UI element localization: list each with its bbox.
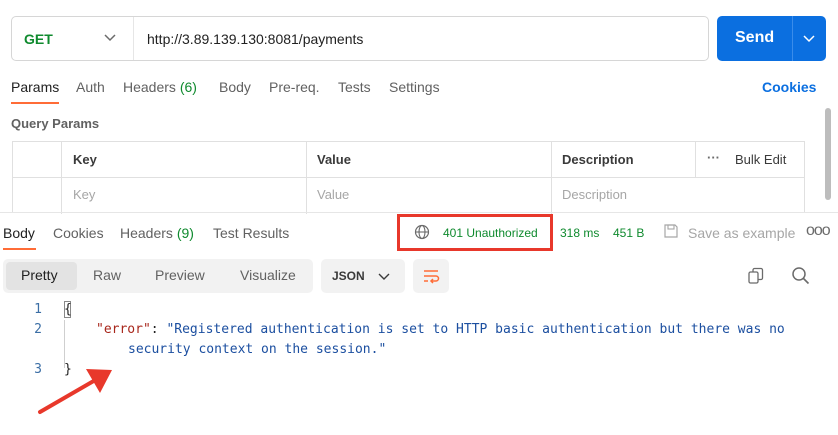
tab-prereq[interactable]: Pre-req. (269, 79, 320, 95)
language-select[interactable]: JSON (321, 259, 405, 293)
mode-preview[interactable]: Preview (155, 267, 205, 283)
annotation-arrow-icon (38, 369, 112, 414)
cookies-link[interactable]: Cookies (762, 79, 816, 95)
response-time[interactable]: 318 ms (560, 226, 599, 240)
column-divider (551, 142, 552, 214)
chevron-down-icon (378, 273, 390, 280)
wrap-lines-icon (424, 270, 440, 284)
wrap-lines-button[interactable] (413, 259, 449, 293)
column-header-value: Value (317, 152, 351, 167)
tab-response-body[interactable]: Body (3, 225, 35, 241)
send-button[interactable]: Send (717, 16, 826, 61)
column-divider (695, 142, 696, 177)
tab-headers-label: Headers (123, 79, 176, 95)
tab-settings[interactable]: Settings (389, 79, 440, 95)
tab-body[interactable]: Body (219, 79, 251, 95)
copy-icon[interactable] (747, 267, 765, 285)
json-colon: : (150, 322, 167, 337)
save-as-example-button[interactable]: Save as example (688, 225, 795, 241)
method-label: GET (24, 31, 53, 47)
json-value-continued: security context on the session." (128, 342, 387, 357)
tab-auth[interactable]: Auth (76, 79, 105, 95)
value-input[interactable]: Value (317, 187, 349, 202)
code-line-error: "error": "Registered authentication is s… (96, 322, 785, 337)
column-header-description: Description (562, 152, 634, 167)
send-label: Send (735, 29, 775, 46)
tab-headers-count: (6) (179, 79, 197, 95)
tab-tests[interactable]: Tests (338, 79, 371, 95)
response-body-viewer[interactable]: 1 2 3 { "error": "Registered authenticat… (0, 299, 838, 429)
line-number: 2 (34, 322, 42, 337)
globe-icon[interactable] (414, 224, 430, 240)
chevron-down-icon[interactable] (801, 30, 817, 46)
more-options-icon[interactable]: ooo (806, 222, 831, 240)
column-header-key: Key (73, 152, 97, 167)
json-key: "error" (96, 322, 151, 337)
mode-visualize[interactable]: Visualize (240, 267, 296, 283)
tab-response-cookies[interactable]: Cookies (53, 225, 104, 241)
more-icon[interactable]: ··· (707, 150, 720, 165)
search-icon[interactable] (791, 266, 810, 285)
params-table: Key Value Description ··· Bulk Edit Key … (12, 141, 805, 214)
indent-guide (64, 320, 65, 368)
mode-raw[interactable]: Raw (93, 267, 121, 283)
mode-pretty[interactable]: Pretty (21, 267, 58, 283)
send-divider (792, 16, 793, 61)
url-input[interactable]: http://3.89.139.130:8081/payments (147, 31, 363, 47)
query-params-title: Query Params (11, 116, 100, 131)
status-code[interactable]: 401 Unauthorized (443, 226, 538, 240)
tab-headers[interactable]: Headers (6) (123, 79, 197, 95)
json-value: "Registered authentication is set to HTT… (166, 322, 785, 337)
active-tab-indicator (3, 248, 36, 250)
method-select[interactable]: GET (12, 17, 134, 60)
request-bar: GET http://3.89.139.130:8081/payments (11, 16, 709, 61)
tab-response-headers-count: (9) (176, 225, 194, 241)
tab-test-results[interactable]: Test Results (213, 225, 289, 241)
pane-divider[interactable] (0, 212, 838, 213)
code-open-brace: { (64, 302, 72, 317)
save-icon (664, 224, 678, 238)
tab-params[interactable]: Params (11, 79, 59, 95)
tab-response-headers-label: Headers (120, 225, 173, 241)
key-input[interactable]: Key (73, 187, 95, 202)
column-divider (306, 142, 307, 214)
row-divider (13, 177, 804, 178)
format-mode-group: Pretty Raw Preview Visualize (3, 259, 313, 293)
active-tab-indicator (11, 102, 59, 104)
scrollbar[interactable] (825, 108, 831, 200)
request-tabs: Params Auth Headers (6) Body Pre-req. Te… (0, 76, 838, 106)
chevron-down-icon (104, 34, 116, 42)
language-label: JSON (332, 269, 365, 283)
line-number: 1 (34, 302, 42, 317)
column-divider (61, 142, 62, 214)
description-input[interactable]: Description (562, 187, 627, 202)
bulk-edit-button[interactable]: Bulk Edit (735, 152, 786, 167)
response-size[interactable]: 451 B (613, 226, 644, 240)
tab-response-headers[interactable]: Headers (9) (120, 225, 194, 241)
